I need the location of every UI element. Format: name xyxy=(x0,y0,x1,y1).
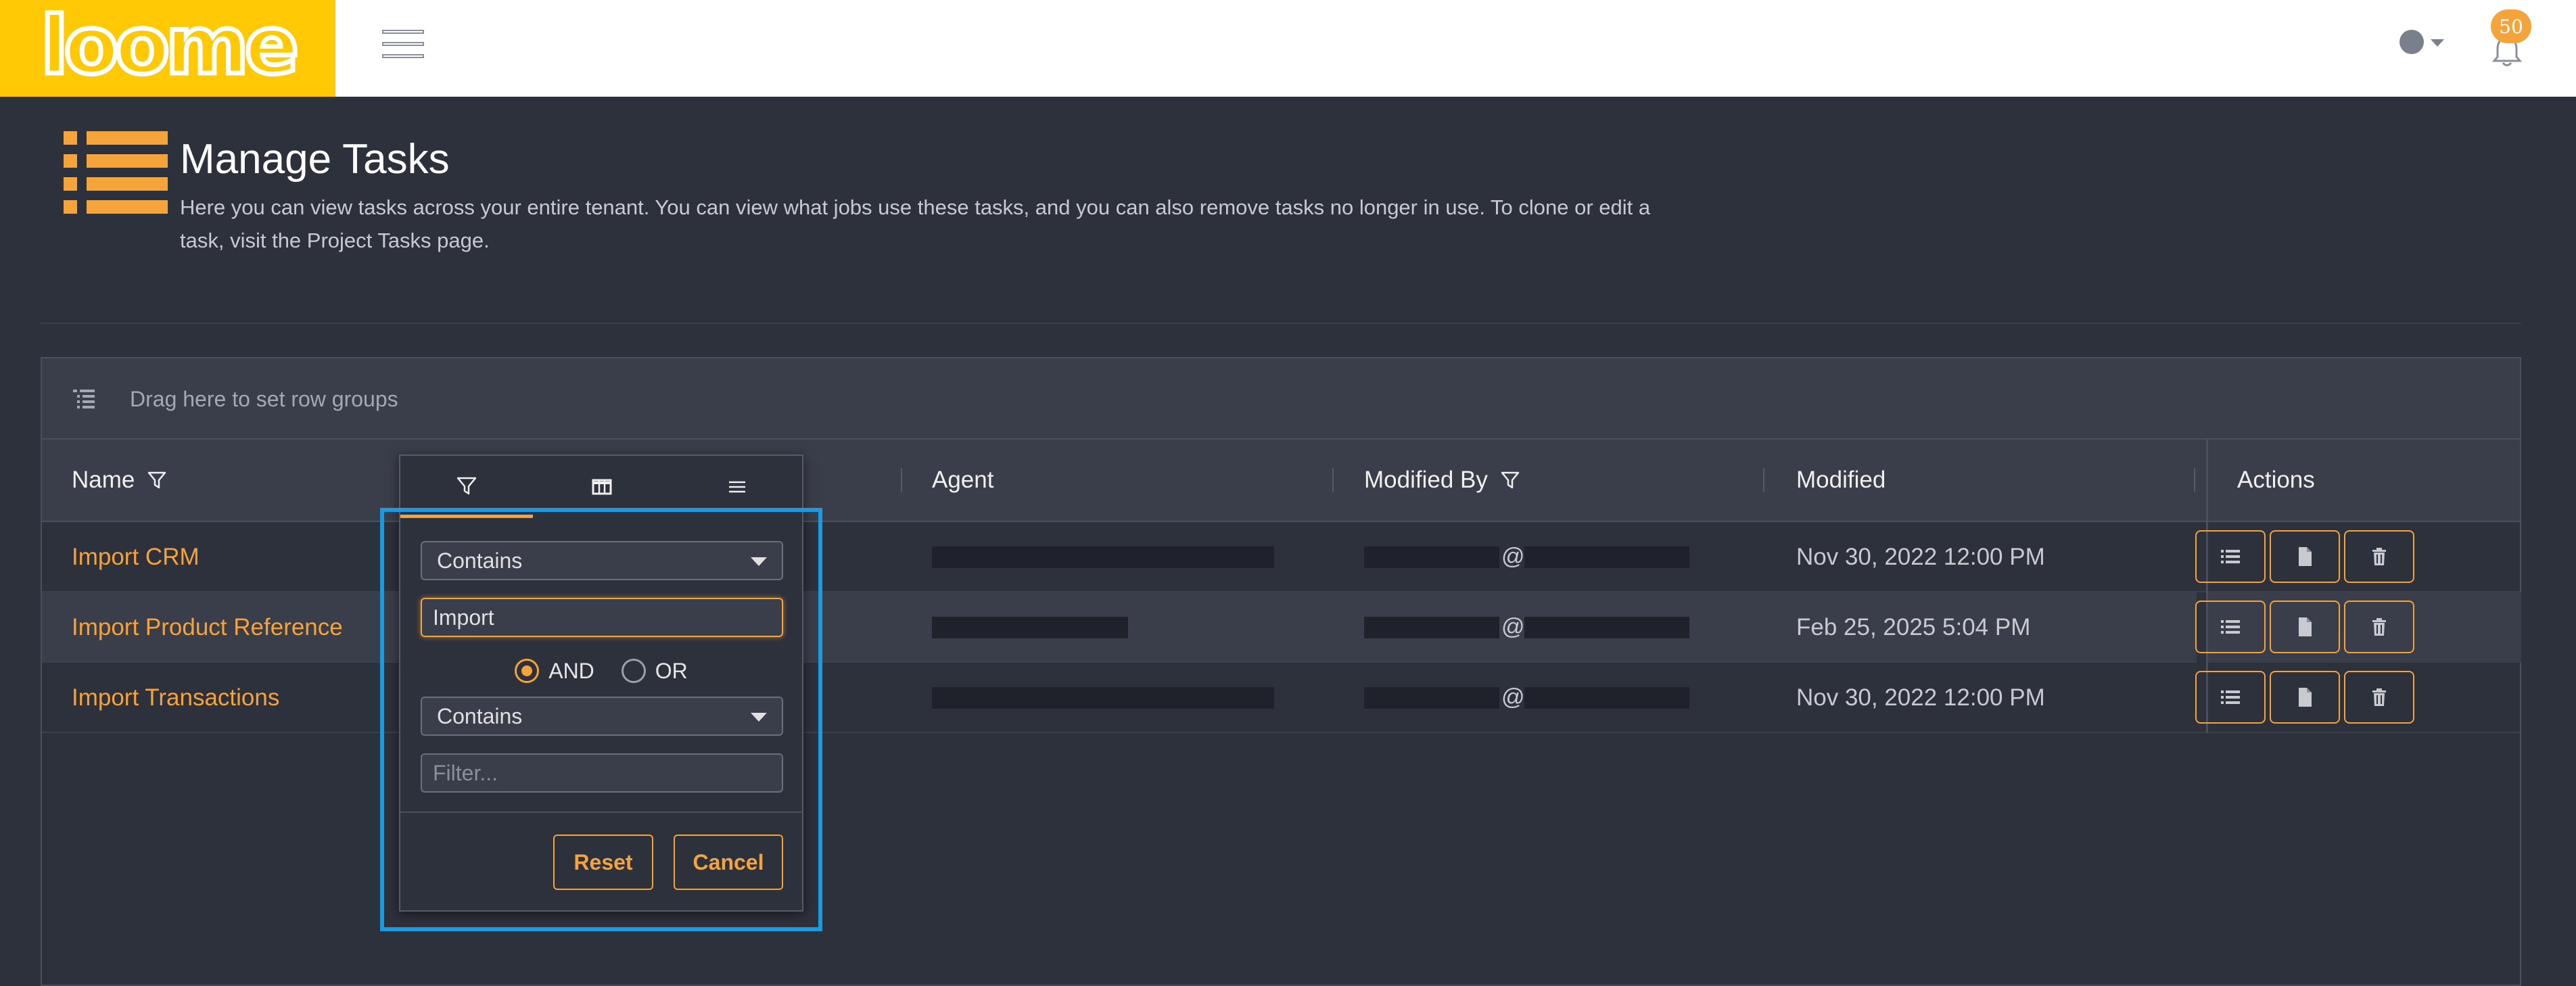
redacted-domain xyxy=(1524,617,1689,638)
logo[interactable]: loome xyxy=(0,0,335,97)
operator-or-radio[interactable]: OR xyxy=(621,658,688,684)
column-header-actions: Actions xyxy=(2237,440,2315,521)
email-at-sign: @ xyxy=(1501,544,1525,569)
columns-icon xyxy=(592,479,612,495)
row-group-icon xyxy=(73,390,95,408)
divider xyxy=(41,323,2521,324)
trash-icon xyxy=(2368,615,2391,638)
join-operator-group: AND OR xyxy=(400,652,802,690)
view-jobs-button[interactable] xyxy=(2195,530,2266,583)
condition2-type-value: Contains xyxy=(437,703,523,728)
email-at-sign: @ xyxy=(1501,684,1525,710)
cancel-button[interactable]: Cancel xyxy=(674,835,783,890)
popup-divider xyxy=(400,812,802,813)
table-row[interactable]: Import Product Reference @ Feb 25, 2025 … xyxy=(42,592,2197,663)
list-icon xyxy=(2219,615,2242,638)
condition1-filter-input[interactable] xyxy=(421,598,783,637)
redacted-user xyxy=(1364,687,1499,709)
condition2-filter-input[interactable] xyxy=(421,753,783,793)
trash-icon xyxy=(2368,545,2391,568)
email-at-sign: @ xyxy=(1501,614,1525,640)
operator-and-label: AND xyxy=(548,658,594,683)
redacted-domain xyxy=(1524,687,1689,709)
column-filter-popup: Contains AND OR Contains Reset Cancel xyxy=(399,454,803,912)
column-separator[interactable] xyxy=(1332,468,1334,492)
row-group-panel[interactable]: Drag here to set row groups xyxy=(42,358,2520,440)
chevron-down-icon xyxy=(751,713,767,722)
page-description: Here you can view tasks across your enti… xyxy=(180,195,1651,252)
view-details-button[interactable] xyxy=(2270,530,2340,583)
task-name-link[interactable]: Import Product Reference xyxy=(72,614,343,641)
condition1-type-select[interactable]: Contains xyxy=(421,541,783,580)
row-group-placeholder: Drag here to set row groups xyxy=(130,387,398,411)
notification-badge[interactable]: 50 xyxy=(2491,9,2531,43)
chevron-down-icon xyxy=(751,557,767,566)
modified-date: Feb 25, 2025 5:04 PM xyxy=(1796,614,2031,640)
page-title: Manage Tasks xyxy=(180,136,450,183)
redacted-domain xyxy=(1524,546,1689,568)
filter-icon xyxy=(456,477,477,494)
menu-icon xyxy=(729,481,745,493)
redacted-user xyxy=(1364,546,1499,568)
column-separator[interactable] xyxy=(1763,468,1764,492)
column-header-name[interactable]: Name xyxy=(72,440,167,521)
filter-icon[interactable] xyxy=(1500,470,1520,490)
operator-or-label: OR xyxy=(655,658,688,683)
tasks-list-icon xyxy=(64,131,168,214)
delete-task-button[interactable] xyxy=(2344,601,2414,653)
list-icon xyxy=(2219,545,2242,568)
chevron-down-icon[interactable] xyxy=(2431,39,2444,47)
column-header-label: Modified xyxy=(1796,467,1886,493)
list-icon xyxy=(2219,686,2242,709)
radio-unselected-icon xyxy=(621,659,646,683)
modified-date: Nov 30, 2022 12:00 PM xyxy=(1796,684,2045,711)
column-header-label: Name xyxy=(72,467,135,493)
column-header-label: Agent xyxy=(932,467,994,493)
column-header-modified-by[interactable]: Modified By xyxy=(1364,440,1520,521)
redacted-agent xyxy=(932,546,1274,568)
document-icon xyxy=(2293,686,2316,709)
view-jobs-button[interactable] xyxy=(2195,601,2266,653)
view-details-button[interactable] xyxy=(2270,601,2340,653)
task-name-link[interactable]: Import CRM xyxy=(72,544,200,571)
tab-general-menu[interactable] xyxy=(671,456,803,518)
menu-toggle-icon[interactable] xyxy=(382,30,424,58)
column-separator[interactable] xyxy=(2194,468,2195,492)
modified-date: Nov 30, 2022 12:00 PM xyxy=(1796,544,2045,570)
column-header-modified[interactable]: Modified xyxy=(1796,440,1886,521)
globe-icon[interactable] xyxy=(2399,30,2424,54)
trash-icon xyxy=(2368,686,2391,709)
reset-button[interactable]: Reset xyxy=(553,835,653,890)
logo-text: loome xyxy=(39,0,302,92)
filter-icon[interactable] xyxy=(147,470,167,490)
tab-columns[interactable] xyxy=(536,456,668,518)
operator-and-radio[interactable]: AND xyxy=(515,659,594,684)
document-icon xyxy=(2293,615,2316,638)
document-icon xyxy=(2293,545,2316,568)
task-name-link[interactable]: Import Transactions xyxy=(72,684,279,711)
view-jobs-button[interactable] xyxy=(2195,671,2266,724)
condition2-type-select[interactable]: Contains xyxy=(421,697,783,736)
column-header-agent[interactable]: Agent xyxy=(932,440,993,521)
column-header-label: Actions xyxy=(2237,467,2315,493)
column-header-label: Modified By xyxy=(1364,467,1488,493)
redacted-user xyxy=(1364,617,1499,638)
radio-selected-icon xyxy=(515,659,540,683)
condition1-type-value: Contains xyxy=(437,548,523,573)
delete-task-button[interactable] xyxy=(2344,671,2414,724)
tab-filter[interactable] xyxy=(400,456,533,518)
redacted-agent xyxy=(932,617,1128,638)
redacted-agent xyxy=(932,687,1274,709)
filter-popup-tabs xyxy=(400,456,802,518)
view-details-button[interactable] xyxy=(2270,671,2340,724)
column-separator[interactable] xyxy=(901,468,902,492)
top-bar: loome 50 xyxy=(0,0,2576,97)
delete-task-button[interactable] xyxy=(2344,530,2414,583)
